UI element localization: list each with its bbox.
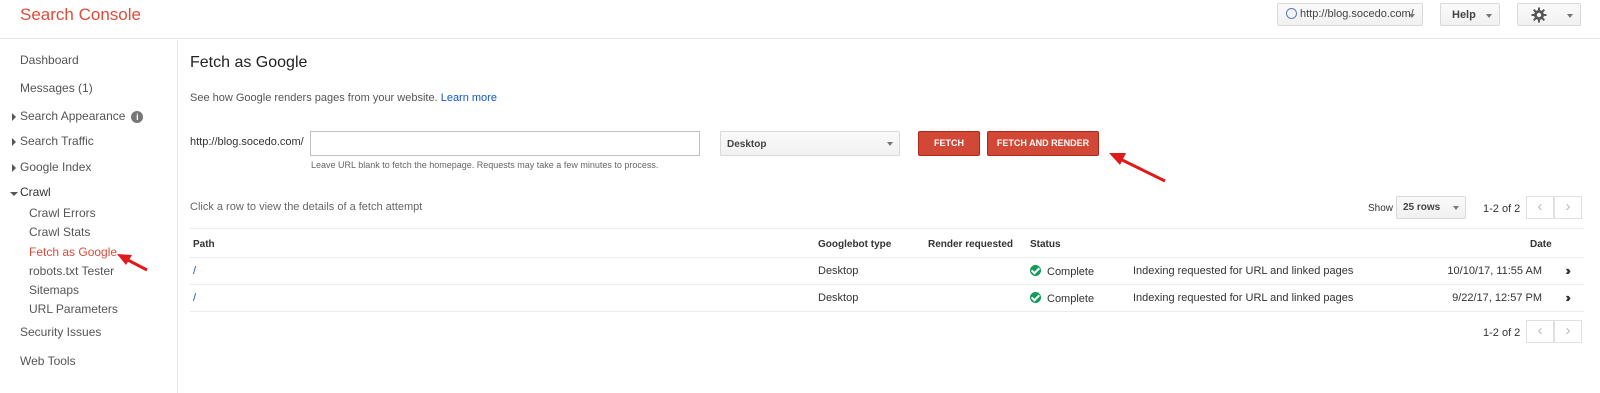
- column-path: Path: [193, 239, 215, 250]
- table-hint: Click a row to view the details of a fet…: [190, 201, 423, 213]
- settings-button[interactable]: [1517, 3, 1581, 26]
- column-date: Date: [1530, 239, 1552, 250]
- site-selector[interactable]: http://blog.socedo.com/: [1277, 3, 1423, 26]
- sidebar-item-messages[interactable]: Messages (1): [20, 81, 93, 95]
- sidebar-item-search-traffic[interactable]: Search Traffic: [20, 134, 94, 148]
- sidebar-item-dashboard[interactable]: Dashboard: [20, 53, 79, 67]
- chevron-right-icon: [12, 138, 16, 146]
- rows-per-page-label: 25 rows: [1403, 202, 1441, 213]
- fetch-and-render-button[interactable]: FETCH AND RENDER: [987, 131, 1099, 156]
- column-googlebot-type: Googlebot type: [818, 239, 892, 250]
- row-path[interactable]: /: [193, 292, 196, 304]
- info-icon[interactable]: i: [131, 111, 144, 123]
- chevron-right-icon[interactable]: ›: [1554, 320, 1582, 343]
- chevron-left-icon[interactable]: ‹: [1526, 320, 1554, 343]
- help-button-label: Help: [1452, 9, 1476, 21]
- pager-text-bottom: 1-2 of 2: [1483, 327, 1521, 339]
- chevron-down-icon: [1567, 14, 1573, 18]
- sidebar-item-web-tools[interactable]: Web Tools: [20, 354, 76, 368]
- row-googlebot-type: Desktop: [818, 265, 859, 277]
- site-selector-label: http://blog.socedo.com/: [1300, 8, 1414, 20]
- help-button[interactable]: Help: [1440, 3, 1500, 26]
- row-date: 10/10/17, 11:55 AM: [1447, 265, 1542, 277]
- show-label: Show: [1368, 203, 1394, 214]
- gear-icon: [1531, 7, 1547, 23]
- row-googlebot-type: Desktop: [818, 292, 859, 304]
- chevron-down-icon: [1486, 14, 1492, 18]
- sidebar-item-fetch-as-google[interactable]: Fetch as Google: [29, 245, 117, 259]
- column-status: Status: [1030, 239, 1061, 250]
- page-subtitle: See how Google renders pages from your w…: [190, 92, 497, 104]
- double-chevron-right-icon[interactable]: ››: [1565, 290, 1570, 305]
- url-prefix: http://blog.socedo.com/: [190, 136, 304, 148]
- check-circle-icon: [1030, 265, 1041, 276]
- sidebar-item-security-issues[interactable]: Security Issues: [20, 325, 101, 339]
- chevron-down-icon: [1453, 206, 1459, 210]
- table-header: Path Googlebot type Render requested Sta…: [190, 228, 1584, 258]
- fetch-button[interactable]: FETCH: [918, 131, 980, 156]
- learn-more-link[interactable]: Learn more: [441, 92, 497, 104]
- pager-text-top: 1-2 of 2: [1483, 203, 1521, 215]
- table-row[interactable]: / Desktop Complete Indexing requested fo…: [190, 285, 1584, 312]
- globe-icon: [1286, 8, 1297, 19]
- row-detail: Indexing requested for URL and linked pa…: [1133, 265, 1354, 277]
- chevron-right-icon: [12, 113, 16, 121]
- url-input[interactable]: [310, 131, 700, 156]
- chevron-right-icon[interactable]: ›: [1554, 196, 1582, 219]
- sidebar-item-label: Search Appearance: [20, 109, 126, 123]
- row-detail: Indexing requested for URL and linked pa…: [1133, 292, 1354, 304]
- chevron-left-icon[interactable]: ‹: [1526, 196, 1554, 219]
- row-status: Complete: [1030, 265, 1094, 278]
- url-hint: Leave URL blank to fetch the homepage. R…: [311, 160, 659, 170]
- top-bar: Search Console http://blog.socedo.com/ H…: [0, 0, 1600, 39]
- row-date: 9/22/17, 12:57 PM: [1452, 292, 1542, 304]
- row-status: Complete: [1030, 292, 1094, 305]
- chevron-down-icon: [1409, 14, 1415, 18]
- row-status-label: Complete: [1047, 266, 1095, 278]
- row-status-label: Complete: [1047, 293, 1095, 305]
- app-title[interactable]: Search Console: [20, 5, 141, 25]
- chevron-down-icon: [10, 192, 18, 196]
- page-title: Fetch as Google: [190, 54, 308, 71]
- double-chevron-right-icon[interactable]: ››: [1565, 263, 1570, 278]
- annotation-arrow: [1109, 153, 1166, 183]
- column-render-requested: Render requested: [928, 239, 1014, 250]
- sidebar: Dashboard Messages (1) Search Appearance…: [0, 40, 178, 393]
- sidebar-item-robots-tester[interactable]: robots.txt Tester: [29, 264, 114, 278]
- googlebot-type-select[interactable]: Desktop: [720, 131, 900, 156]
- device-select-label: Desktop: [727, 139, 767, 150]
- sidebar-item-crawl[interactable]: Crawl: [20, 185, 51, 199]
- sidebar-item-crawl-stats[interactable]: Crawl Stats: [29, 225, 90, 239]
- table-row[interactable]: / Desktop Complete Indexing requested fo…: [190, 258, 1584, 285]
- rows-per-page-select[interactable]: 25 rows: [1396, 196, 1466, 219]
- row-path[interactable]: /: [193, 265, 196, 277]
- sidebar-item-url-parameters[interactable]: URL Parameters: [29, 302, 118, 316]
- subtitle-text: See how Google renders pages from your w…: [190, 92, 438, 104]
- chevron-right-icon: [12, 164, 16, 172]
- sidebar-item-google-index[interactable]: Google Index: [20, 160, 91, 174]
- chevron-down-icon: [887, 142, 893, 146]
- sidebar-item-crawl-errors[interactable]: Crawl Errors: [29, 206, 96, 220]
- sidebar-item-search-appearance[interactable]: Search Appearance i: [20, 109, 144, 123]
- check-circle-icon: [1030, 292, 1041, 303]
- sidebar-item-sitemaps[interactable]: Sitemaps: [29, 283, 79, 297]
